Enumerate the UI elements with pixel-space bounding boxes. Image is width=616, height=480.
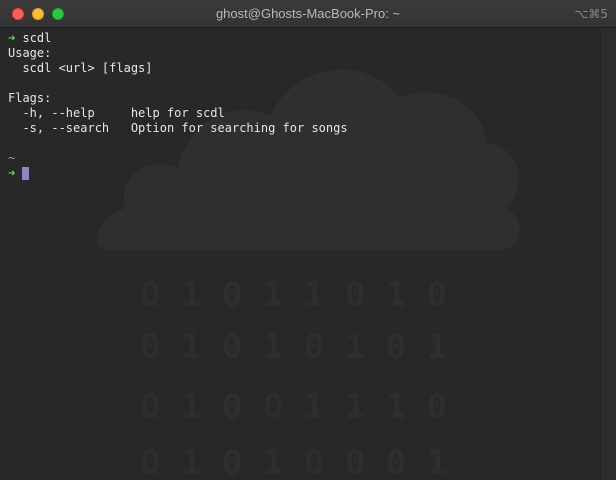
usage-line: scdl <url> [flags]: [8, 61, 153, 75]
flag-description: Option for searching for songs: [130, 121, 348, 135]
scrollbar[interactable]: [602, 28, 616, 480]
text-cursor: [22, 167, 30, 180]
prompt-arrow-icon: ➜: [8, 31, 16, 45]
flag-row: -s, --search Option for searching for so…: [8, 121, 348, 136]
window-shortcut: ⌥⌘5: [574, 7, 608, 21]
usage-header: Usage:: [8, 46, 52, 60]
flag-description: help for scdl: [130, 106, 225, 120]
command-line: ➜ scdl: [8, 31, 348, 46]
terminal-output: ➜ scdl Usage: scdl <url> [flags] Flags: …: [8, 31, 348, 181]
svg-text:0 1 0 1 1 0 1 0: 0 1 0 1 1 0 1 0: [140, 275, 447, 315]
prompt-line[interactable]: ➜: [8, 166, 348, 181]
flag-row: -h, --help help for scdl: [8, 106, 348, 121]
cwd-text: ~: [8, 151, 16, 165]
svg-text:0 1 0 1 0 0 0 1: 0 1 0 1 0 0 0 1: [140, 443, 447, 480]
svg-text:0 1 0 1 0 1 0 1: 0 1 0 1 0 1 0 1: [140, 327, 447, 367]
flag-name: -h, --help: [8, 106, 131, 120]
terminal-content[interactable]: 0 1 0 1 1 0 1 0 0 1 0 1 0 1 0 1 0 1 0 0 …: [0, 28, 616, 480]
title-bar[interactable]: ghost@Ghosts-MacBook-Pro: ~ ⌥⌘5: [0, 0, 616, 28]
terminal-window: ghost@Ghosts-MacBook-Pro: ~ ⌥⌘5 0 1 0 1 …: [0, 0, 616, 480]
window-title: ghost@Ghosts-MacBook-Pro: ~: [215, 6, 401, 21]
flag-name: -s, --search: [8, 121, 131, 135]
command-text: scdl: [22, 31, 52, 45]
svg-text:0 1 0 0 1 1 1 0: 0 1 0 0 1 1 1 0: [140, 387, 447, 427]
flags-header: Flags:: [8, 91, 52, 105]
prompt-arrow-icon: ➜: [8, 166, 16, 180]
cwd-line: ~: [8, 151, 348, 166]
